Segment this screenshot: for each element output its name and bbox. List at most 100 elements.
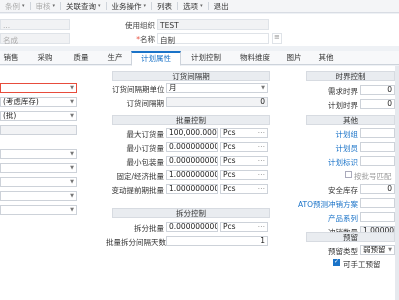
batch-row-0-unit-value: Pcs — [223, 128, 236, 137]
planner-label[interactable]: 计划员 — [306, 143, 359, 154]
plan-mark-input[interactable] — [360, 156, 395, 166]
batch-row-2-unit[interactable]: Pcs ⋯ — [220, 156, 268, 166]
name-field[interactable]: 自制 — [157, 33, 269, 45]
safety-stock-label: 安全库存 — [328, 186, 358, 195]
chevron-down-icon: ▼ — [388, 247, 392, 253]
toolbar-item-2[interactable]: 关联查询 ▾ — [61, 0, 106, 13]
toolbar-item-2-label: 关联查询 — [66, 1, 97, 11]
batch-row-1-unit[interactable]: Pcs ⋯ — [220, 142, 268, 152]
ato-scheme-label[interactable]: ATO预测冲销方案 — [296, 199, 358, 210]
left-select-5[interactable]: ▼ — [0, 149, 77, 159]
planner-input[interactable] — [360, 142, 395, 152]
batch-control-header: 批量控制 — [112, 115, 270, 125]
batch-row-1-input[interactable]: 0.0000000000 — [166, 142, 218, 152]
split-qty-unit-value: Pcs — [223, 222, 236, 231]
left-select-2[interactable]: (考虑库存) ▼ — [0, 97, 77, 107]
split-qty-input[interactable]: 0.0000000000 — [166, 222, 218, 232]
name-lang-button[interactable]: ≡ — [272, 33, 282, 44]
left-select-6[interactable]: ▼ — [0, 163, 77, 173]
batch-row-4-unit-value: Pcs — [223, 184, 236, 193]
batch-row-0-input[interactable]: 100,000.000000 — [166, 128, 218, 138]
toolbar-item-5-label: 选项 — [183, 1, 199, 11]
order-cycle-unit-select[interactable]: 月 ▼ — [166, 83, 268, 93]
header-left-field-1[interactable]: ... — [0, 19, 70, 30]
split-days-input[interactable]: 1 — [166, 236, 268, 246]
tab-other[interactable]: 其他 — [315, 51, 337, 65]
chevron-down-icon: ▼ — [70, 165, 74, 171]
reserve-type-value: 弱预留 — [363, 245, 386, 254]
manual-reserve-checkbox[interactable] — [333, 258, 340, 266]
left-field-4[interactable] — [0, 125, 77, 135]
batch-row-3-input[interactable]: 1.0000000000 — [166, 170, 218, 180]
header-left-field-2[interactable]: 名成 — [0, 33, 70, 45]
product-series-label[interactable]: 产品系列 — [306, 213, 358, 224]
left-select-3-value: (批) — [3, 111, 17, 120]
ato-scheme-input[interactable] — [360, 198, 395, 208]
batch-row-1-label: 最小订货量 — [126, 144, 165, 153]
plan-fence-input[interactable]: 0 — [360, 99, 395, 109]
tab-plan-attributes[interactable]: 计划属性 — [131, 51, 181, 66]
more-icon: ⋯ — [257, 156, 266, 165]
header-left-field-2-text: 名成 — [3, 36, 18, 45]
vertical-scrollbar[interactable] — [395, 66, 399, 300]
toolbar-item-4[interactable]: 列表 — [152, 0, 177, 13]
batch-row-4-unit[interactable]: Pcs ⋯ — [220, 184, 268, 194]
tab-production[interactable]: 生产 — [104, 51, 126, 65]
batch-row-2-input[interactable]: 0.0000000000 — [166, 156, 218, 166]
chevron-down-icon: ▾ — [98, 2, 101, 9]
toolbar-item-0[interactable]: 条例 ▾ — [0, 0, 30, 13]
plan-mark-label[interactable]: 计划标识 — [306, 157, 358, 168]
toolbar-item-1[interactable]: 审核 ▾ — [31, 0, 61, 13]
order-cycle-input[interactable]: 0 — [166, 97, 268, 107]
tab-quality[interactable]: 质量 — [70, 51, 92, 65]
safety-stock-input[interactable]: 0 — [360, 184, 395, 194]
left-select-7[interactable]: ▼ — [0, 177, 77, 187]
tab-plan-control[interactable]: 计划控制 — [186, 51, 226, 65]
chevron-down-icon: ▼ — [70, 179, 74, 185]
tab-images[interactable]: 图片 — [283, 51, 305, 65]
more-icon: ⋯ — [257, 184, 266, 193]
product-series-input[interactable] — [360, 212, 395, 222]
toolbar-item-3-label: 业务操作 — [111, 1, 142, 11]
toolbar-item-6[interactable]: 退出 — [209, 0, 234, 13]
toolbar-item-5[interactable]: 选项 ▾ — [178, 0, 208, 13]
batch-row-4-input[interactable]: 1.0000000000 — [166, 184, 218, 194]
batch-row-0-unit[interactable]: Pcs ⋯ — [220, 128, 268, 138]
tab-material-dimension[interactable]: 物料维度 — [232, 51, 278, 65]
chevron-down-icon: ▼ — [261, 85, 265, 91]
more-icon: ⋯ — [257, 128, 266, 137]
batch-match-checkbox[interactable] — [345, 171, 352, 178]
left-select-1[interactable]: ▼ — [0, 83, 77, 93]
chevron-down-icon: ▼ — [70, 151, 74, 157]
chevron-down-icon: ▾ — [200, 2, 203, 9]
use-org-value: TEST — [160, 21, 179, 30]
name-label: *名称 — [120, 34, 155, 45]
toolbar-item-6-label: 退出 — [213, 1, 229, 11]
other-header: 其他 — [306, 115, 395, 125]
toolbar-item-3[interactable]: 业务操作 ▾ — [107, 0, 152, 13]
batch-row-2-unit-value: Pcs — [223, 156, 236, 165]
left-select-8[interactable]: ▼ — [0, 191, 77, 201]
tab-purchase[interactable]: 采购 — [34, 51, 56, 65]
tab-sales[interactable]: 销售 — [0, 51, 22, 65]
demand-fence-input[interactable]: 0 — [360, 85, 395, 95]
more-icon: ⋯ — [257, 170, 266, 179]
chevron-down-icon: ▾ — [22, 2, 25, 9]
batch-row-3-unit[interactable]: Pcs ⋯ — [220, 170, 268, 180]
more-icon: ⋯ — [257, 222, 266, 231]
left-select-3[interactable]: (批) ▼ — [0, 111, 77, 121]
split-qty-unit[interactable]: Pcs ⋯ — [220, 222, 268, 232]
planner-group-input[interactable] — [360, 128, 395, 138]
toolbar-item-1-label: 审核 — [35, 1, 51, 11]
plan-fence-label: 计划时界 — [328, 101, 358, 110]
toolbar-item-4-label: 列表 — [157, 1, 173, 11]
left-select-9[interactable]: ▼ — [0, 205, 77, 215]
reserve-type-select[interactable]: 弱预留 ▼ — [360, 245, 395, 255]
chevron-down-icon: ▾ — [143, 2, 147, 9]
planner-group-label[interactable]: 计划组 — [306, 129, 359, 140]
batch-row-1-unit-value: Pcs — [223, 142, 236, 151]
batch-match-label: 按批号匹配 — [354, 172, 392, 181]
time-fence-header: 时界控制 — [306, 71, 395, 81]
reserve-type-label: 预留类型 — [328, 247, 358, 256]
chevron-down-icon: ▼ — [70, 193, 74, 199]
